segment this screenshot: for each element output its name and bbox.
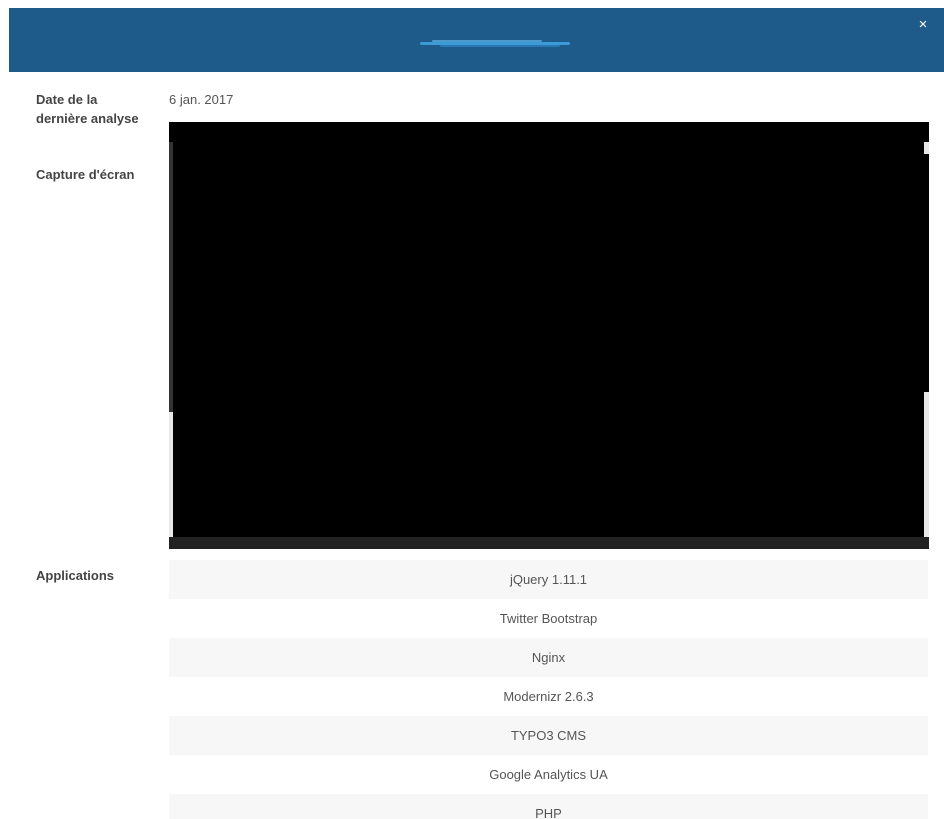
applications-label: Applications <box>36 568 115 583</box>
application-item: Modernizr 2.6.3 <box>169 677 928 716</box>
last-analysis-label: Date de la dernière analyse <box>36 92 139 126</box>
screenshot-bottom-bar <box>169 537 929 549</box>
application-item: jQuery 1.11.1 <box>169 560 928 599</box>
screenshot-edge <box>924 142 929 154</box>
screenshot-edge <box>169 142 173 412</box>
close-icon[interactable]: × <box>912 14 934 36</box>
applications-list: jQuery 1.11.1 Twitter Bootstrap Nginx Mo… <box>169 560 928 819</box>
screenshot-label: Capture d'écran <box>36 167 135 182</box>
brand-logo-icon <box>420 40 570 47</box>
site-screenshot-image <box>169 122 929 549</box>
application-item: Twitter Bootstrap <box>169 599 928 638</box>
screenshot-edge <box>169 412 173 537</box>
application-item: PHP <box>169 794 928 819</box>
screenshot-edge <box>924 392 929 537</box>
last-analysis-value: 6 jan. 2017 <box>169 92 234 107</box>
modal-dialog: × Date de la dernière analyse 6 jan. 201… <box>0 0 944 819</box>
application-item: Google Analytics UA <box>169 755 928 794</box>
application-item: TYPO3 CMS <box>169 716 928 755</box>
modal-header: × <box>9 8 944 72</box>
application-item: Nginx <box>169 638 928 677</box>
